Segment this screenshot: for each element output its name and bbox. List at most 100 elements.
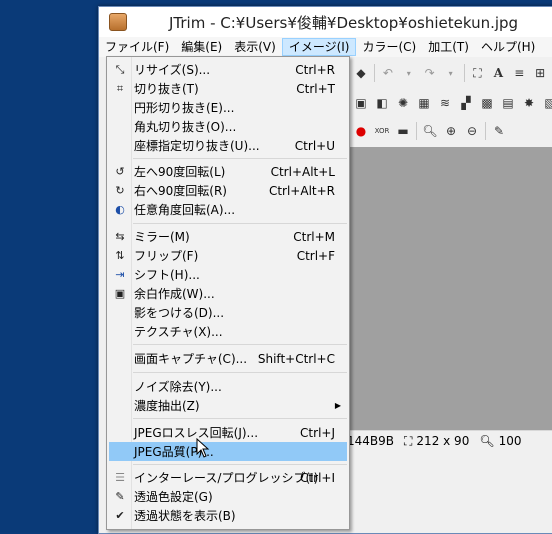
redo-icon[interactable]: ↷ (422, 65, 438, 81)
menu-item-shift[interactable]: ⇥ シフト(H)... (109, 265, 347, 284)
rgb-icon[interactable]: ● (353, 123, 369, 139)
menu-image[interactable]: イメージ(I) (281, 38, 357, 56)
menu-item-shortcut: Shift+Ctrl+C (257, 351, 335, 366)
grid-icon[interactable]: ⊞ (532, 65, 548, 81)
menu-item-shortcut: Ctrl+M (293, 229, 335, 244)
menu-item-jpeg-quality[interactable]: JPEG品質(P)... (109, 442, 347, 461)
menu-item-label: リサイズ(S)... (134, 63, 211, 77)
menu-item-shortcut: Ctrl+R (295, 62, 335, 77)
undo-icon[interactable]: ↶ (380, 65, 396, 81)
menu-item-margin[interactable]: ▣ 余白作成(W)... (109, 284, 347, 303)
menu-separator (133, 418, 347, 419)
menu-item-round-crop[interactable]: 角丸切り抜き(O)... (109, 117, 347, 136)
menu-item-mirror[interactable]: ⇆ ミラー(M) Ctrl+M (109, 227, 347, 246)
status-bar: 144B9B ⛶ 212 x 90 🔍︎ 100 (347, 430, 552, 451)
menu-item-shortcut: Ctrl+Alt+R (268, 183, 335, 198)
wave-icon[interactable]: ≋ (437, 95, 453, 111)
toolbar-1: ◆ ↶ ▾ ↷ ▾ ⛶ A ≡ ⊞ ⊞ (347, 61, 552, 85)
menu-item-circle-crop[interactable]: 円形切り抜き(E)... (109, 98, 347, 117)
menu-item-label: インターレース/プログレッシブ(I) (134, 471, 319, 485)
menu-item-density-extract[interactable]: 濃度抽出(Z) ▶ (109, 396, 347, 415)
toolbar-3: ● XOR ▬ 🔍︎ ⊕ ⊖ ✎ (347, 119, 552, 143)
xor-icon[interactable]: XOR (374, 123, 390, 139)
menu-item-label: 角丸切り抜き(O)... (134, 120, 237, 134)
menu-separator (133, 372, 347, 373)
toolbar-separator (416, 122, 417, 140)
rotate-left-icon: ↺ (115, 165, 125, 178)
menu-item-texture[interactable]: テクスチャ(X)... (109, 322, 347, 341)
menu-item-crop[interactable]: ⌗ 切り抜き(T) Ctrl+T (109, 79, 347, 98)
menu-item-shortcut: Ctrl+U (294, 138, 335, 153)
menu-item-shortcut: Ctrl+J (300, 425, 335, 440)
mosaic-icon[interactable]: ▦ (416, 95, 432, 111)
fit-icon[interactable]: ⛶ (470, 65, 486, 81)
menu-item-label: 余白作成(W)... (134, 287, 215, 301)
menu-item-shadow[interactable]: 影をつける(D)... (109, 303, 347, 322)
menu-item-jpeg-lossless-rotate[interactable]: JPEGロスレス回転(J)... Ctrl+J (109, 423, 347, 442)
image-menu-dropdown: ⤡ リサイズ(S)... Ctrl+R ⌗ 切り抜き(T) Ctrl+T 円形切… (106, 56, 350, 530)
resize-icon: ⤡ (115, 62, 125, 76)
paint-icon[interactable]: ◆ (353, 65, 369, 81)
emboss-icon[interactable]: ▣ (353, 95, 369, 111)
menu-file[interactable]: ファイル(F) (99, 38, 175, 56)
toolbar-2: ▣ ◧ ✺ ▦ ≋ ▞ ▩ ▤ ✸ ▧ (347, 91, 552, 115)
film-icon[interactable]: ▬ (395, 123, 411, 139)
toolbar-separator (485, 122, 486, 140)
menu-item-label: 座標指定切り抜き(U)... (134, 139, 260, 153)
menu-item-label: 左へ90度回転(L) (134, 165, 226, 179)
crop-icon: ⌗ (116, 81, 124, 95)
menu-bar: ファイル(F) 編集(E) 表示(V) イメージ(I) カラー(C) 加工(T)… (99, 37, 552, 57)
menu-item-resize[interactable]: ⤡ リサイズ(S)... Ctrl+R (109, 60, 347, 79)
menu-item-coord-crop[interactable]: 座標指定切り抜き(U)... Ctrl+U (109, 136, 347, 155)
margin-icon: ▣ (114, 287, 126, 300)
menu-item-transparent-color[interactable]: ✎ 透過色設定(G) (109, 487, 347, 506)
image-canvas[interactable] (347, 147, 552, 430)
menu-color[interactable]: カラー(C) (356, 38, 422, 56)
eyedropper-tool-icon[interactable]: ✎ (491, 123, 507, 139)
status-size: ⛶ 212 x 90 (404, 434, 469, 449)
align-icon[interactable]: ≡ (511, 65, 527, 81)
sparkle-icon[interactable]: ✸ (521, 95, 537, 111)
shade-icon[interactable]: ◧ (374, 95, 390, 111)
zoom-out-icon[interactable]: ⊖ (464, 123, 480, 139)
zoom-menu-icon[interactable]: 🔍︎ (422, 123, 438, 139)
blur-icon[interactable]: ▩ (479, 95, 495, 111)
menu-item-shortcut: Ctrl+I (300, 470, 335, 485)
menu-item-shortcut: Ctrl+Alt+L (270, 164, 335, 179)
menu-item-screen-capture[interactable]: 画面キャプチャ(C)... Shift+Ctrl+C (109, 349, 347, 368)
title-bar[interactable]: JTrim - C:¥Users¥俊輔¥Desktop¥oshietekun.j… (99, 7, 552, 37)
menu-item-label: 影をつける(D)... (134, 306, 225, 320)
window-title: JTrim - C:¥Users¥俊輔¥Desktop¥oshietekun.j… (169, 13, 519, 32)
menu-item-rotate-any[interactable]: ◐ 任意角度回転(A)... (109, 200, 347, 219)
interlace-icon: ☰ (115, 471, 125, 484)
menu-item-rotate-left[interactable]: ↺ 左へ90度回転(L) Ctrl+Alt+L (109, 162, 347, 181)
zoom-in-icon[interactable]: ⊕ (443, 123, 459, 139)
text-icon[interactable]: A (490, 65, 506, 81)
undo-dropdown-icon[interactable]: ▾ (401, 65, 417, 81)
checker-icon[interactable]: ▞ (458, 95, 474, 111)
menu-item-label: ミラー(M) (134, 230, 190, 244)
redo-dropdown-icon[interactable]: ▾ (443, 65, 459, 81)
status-zoom: 🔍︎ 100 (479, 434, 521, 448)
menu-item-shortcut: Ctrl+T (296, 81, 335, 96)
menu-item-label: 透過色設定(G) (134, 490, 213, 504)
sketch-icon[interactable]: ▧ (542, 95, 552, 111)
menu-item-label: 濃度抽出(Z) (134, 399, 200, 413)
menu-item-flip[interactable]: ⇅ フリップ(F) Ctrl+F (109, 246, 347, 265)
menu-item-label: テクスチャ(X)... (134, 325, 223, 339)
mirror-icon: ⇆ (115, 230, 125, 243)
menu-item-show-transparency[interactable]: ✔ 透過状態を表示(B) (109, 506, 347, 525)
menu-edit[interactable]: 編集(E) (175, 38, 228, 56)
menu-help[interactable]: ヘルプ(H) (475, 38, 541, 56)
burst-icon[interactable]: ✺ (395, 95, 411, 111)
check-icon: ✔ (115, 509, 125, 522)
rotate-right-icon: ↻ (115, 184, 125, 197)
menu-separator (133, 464, 347, 465)
menu-process[interactable]: 加工(T) (422, 38, 475, 56)
menu-item-interlace[interactable]: ☰ インターレース/プログレッシブ(I) Ctrl+I (109, 468, 347, 487)
menu-item-denoise[interactable]: ノイズ除去(Y)... (109, 377, 347, 396)
menu-item-rotate-right[interactable]: ↻ 右へ90度回転(R) Ctrl+Alt+R (109, 181, 347, 200)
menu-view[interactable]: 表示(V) (228, 38, 282, 56)
menu-item-label: 透過状態を表示(B) (134, 509, 236, 523)
noise-icon[interactable]: ▤ (500, 95, 516, 111)
